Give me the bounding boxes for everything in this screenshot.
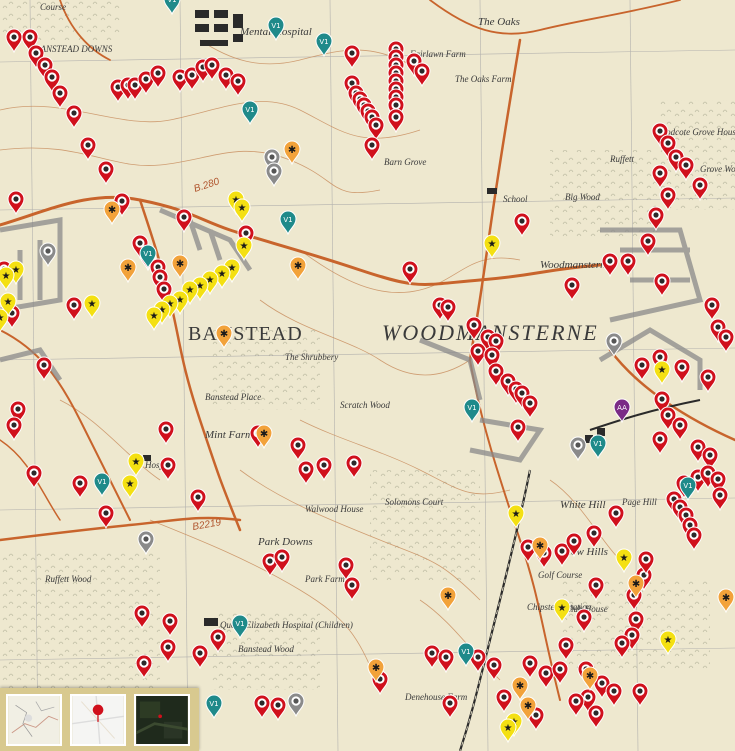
label-denehouse-farm: Denehouse Farm <box>404 692 468 702</box>
label-park-downs: Park Downs <box>257 536 313 548</box>
orange-pin-glyph: ✱ <box>586 671 594 682</box>
yellow-pin-glyph: ★ <box>88 299 97 310</box>
v1-pin-label: V1 <box>235 620 244 628</box>
yellow-pin-glyph: ★ <box>658 365 667 376</box>
satellite-thumb[interactable] <box>134 694 190 746</box>
label-big-wood: Big Wood <box>565 192 600 202</box>
v1-pin-label: V1 <box>271 22 280 30</box>
label-the-oaks: The Oaks <box>478 16 520 28</box>
yellow-pin-glyph: ★ <box>558 603 567 614</box>
label-walwood-house: Walwood House <box>305 504 363 514</box>
v1-pin-label: V1 <box>593 440 602 448</box>
orange-pin-glyph: ✱ <box>288 145 296 156</box>
orange-pin-glyph: ✱ <box>536 541 544 552</box>
orange-pin-glyph: ✱ <box>722 593 730 604</box>
yellow-pin-glyph: ★ <box>488 239 497 250</box>
v1-pin-label: V1 <box>97 478 106 486</box>
label-banstead: BANSTEAD <box>188 323 303 345</box>
aa-pin-label: AA <box>617 404 627 412</box>
v1-pin-label: V1 <box>143 250 152 258</box>
label-park-farm: Park Farm <box>304 574 345 584</box>
label-woodmansterne-small: Woodmansterne <box>540 259 611 271</box>
orange-pin-glyph: ✱ <box>176 259 184 270</box>
label-grove-wood: Grove Wood <box>700 164 735 174</box>
v1-pin-label: V1 <box>319 38 328 46</box>
label-course: Course <box>40 2 66 12</box>
label-the-shrubbery: The Shrubbery <box>285 352 338 362</box>
v1-pin-label: V1 <box>283 216 292 224</box>
yellow-pin-glyph: ★ <box>126 479 135 490</box>
yellow-pin-glyph: ★ <box>218 269 227 280</box>
v1-pin-label: V1 <box>461 648 470 656</box>
label-ruffett-wood: Ruffett Wood <box>44 574 92 584</box>
yellow-pin-glyph: ★ <box>620 553 629 564</box>
v1-pin-label: V1 <box>245 106 254 114</box>
v1-pin-label: V1 <box>209 700 218 708</box>
v1-pin-label: V1 <box>467 404 476 412</box>
orange-pin-glyph: ✱ <box>294 261 302 272</box>
v1-pin-label: V1 <box>683 482 692 490</box>
orange-pin-glyph: ✱ <box>524 701 532 712</box>
orange-pin-glyph: ✱ <box>444 591 452 602</box>
label-school: School <box>503 194 528 204</box>
yellow-pin-glyph: ★ <box>2 271 11 282</box>
yellow-pin-glyph: ★ <box>664 635 673 646</box>
yellow-pin-glyph: ★ <box>0 313 5 324</box>
yellow-pin-glyph: ★ <box>240 241 249 252</box>
label-solomons-court: Solomons Court <box>385 497 444 507</box>
street-map-thumb[interactable] <box>70 694 126 746</box>
yellow-pin-glyph: ★ <box>504 723 513 734</box>
label-scratch-wood: Scratch Wood <box>340 400 390 410</box>
yellow-pin-glyph: ★ <box>132 457 141 468</box>
v1-pin-label: V1 <box>167 0 176 4</box>
label-gold-course: Golf Course <box>538 570 582 580</box>
os-map-thumb[interactable] <box>6 694 62 746</box>
label-barn-grove: Barn Grove <box>384 157 426 167</box>
orange-pin-glyph: ✱ <box>220 329 228 340</box>
yellow-pin-glyph: ★ <box>238 203 247 214</box>
orange-pin-glyph: ✱ <box>516 681 524 692</box>
orange-pin-glyph: ✱ <box>632 579 640 590</box>
historic-os-map[interactable]: Course BANSTEAD DOWNS Mental Hospital Th… <box>0 0 735 751</box>
label-the-oaks-farm: The Oaks Farm <box>455 74 512 84</box>
label-banstead-place: Banstead Place <box>205 392 261 402</box>
orange-pin-glyph: ✱ <box>124 263 132 274</box>
orange-pin-glyph: ✱ <box>260 429 268 440</box>
label-mint-farm: Mint Farm <box>204 429 253 441</box>
label-page-hill: Page Hill <box>621 497 657 507</box>
yellow-pin-glyph: ★ <box>512 509 521 520</box>
label-ruffett: Ruffett <box>609 154 634 164</box>
label-banstead-downs: BANSTEAD DOWNS <box>35 44 113 54</box>
orange-pin-glyph: ✱ <box>108 205 116 216</box>
yellow-pin-glyph: ★ <box>150 311 159 322</box>
label-white-hill: White Hill <box>560 499 606 511</box>
orange-pin-glyph: ✱ <box>372 663 380 674</box>
basemap-switcher <box>0 688 199 751</box>
yellow-pin-glyph: ★ <box>4 297 13 308</box>
label-banstead-wood: Banstead Wood <box>238 644 294 654</box>
